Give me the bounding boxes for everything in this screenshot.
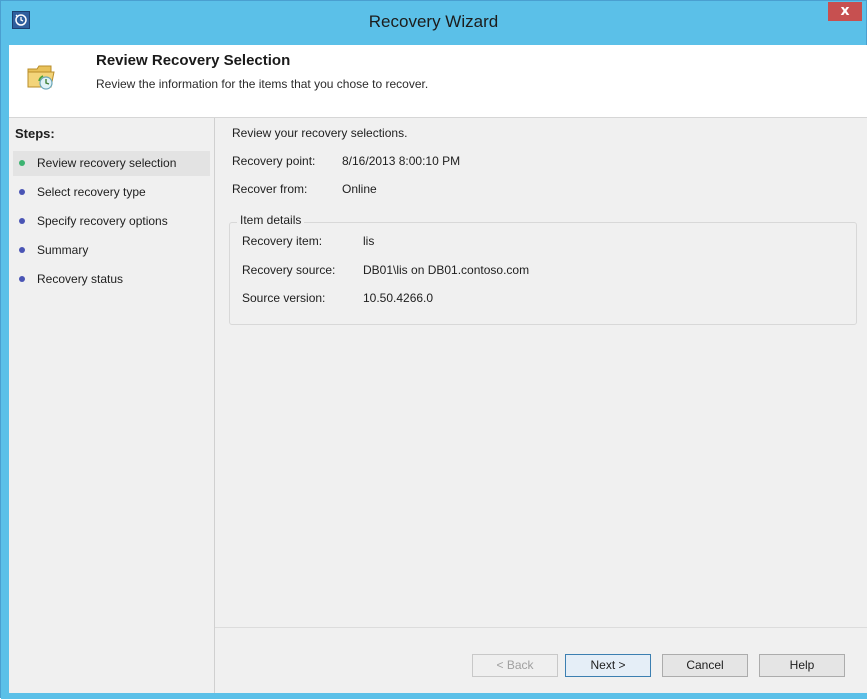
step-label: Recovery status <box>37 272 124 286</box>
step-select-recovery-type[interactable]: Select recovery type <box>13 180 210 205</box>
steps-heading: Steps: <box>15 126 55 141</box>
recovery-point-label: Recovery point: <box>232 154 316 168</box>
review-intro: Review your recovery selections. <box>232 126 408 140</box>
review-panel: Review your recovery selections. Recover… <box>215 118 867 693</box>
help-button[interactable]: Help <box>759 654 845 677</box>
source-version-label: Source version: <box>242 291 326 305</box>
steps-panel: Steps: Review recovery selection Select … <box>9 118 214 693</box>
recover-from-value: Online <box>342 182 377 196</box>
bullet-icon <box>19 160 25 166</box>
back-button[interactable]: < Back <box>472 654 558 677</box>
cancel-button[interactable]: Cancel <box>662 654 748 677</box>
close-button[interactable]: x <box>828 2 862 21</box>
recovery-source-value: DB01\lis on DB01.contoso.com <box>363 263 530 277</box>
recover-from-label: Recover from: <box>232 182 308 196</box>
recovery-item-label: Recovery item: <box>242 234 323 248</box>
wizard-content: Review Recovery Selection Review the inf… <box>9 45 867 693</box>
step-review-recovery-selection[interactable]: Review recovery selection <box>13 151 210 176</box>
window-title: Recovery Wizard <box>368 12 499 31</box>
step-specify-recovery-options[interactable]: Specify recovery options <box>13 209 210 234</box>
button-bar-separator <box>215 627 867 628</box>
recovery-source-label: Recovery source: <box>242 263 336 277</box>
item-details-legend: Item details <box>237 213 305 227</box>
recovery-point-value: 8/16/2013 8:00:10 PM <box>342 154 461 168</box>
step-label: Summary <box>37 243 89 257</box>
step-recovery-status[interactable]: Recovery status <box>13 267 210 292</box>
page-subtitle: Review the information for the items tha… <box>96 77 429 91</box>
step-summary[interactable]: Summary <box>13 238 210 263</box>
step-label: Specify recovery options <box>37 214 168 228</box>
source-version-value: 10.50.4266.0 <box>363 291 434 305</box>
bullet-icon <box>19 218 25 224</box>
next-button[interactable]: Next > <box>565 654 651 677</box>
window-bottom-border <box>1 693 867 699</box>
bullet-icon <box>19 247 25 253</box>
page-title: Review Recovery Selection <box>96 52 291 69</box>
recovery-wizard-window: Recovery Wizard x Review Recovery Select… <box>0 0 867 699</box>
step-label: Review recovery selection <box>37 156 177 170</box>
folder-recovery-icon <box>25 59 59 98</box>
wizard-header: Review Recovery Selection Review the inf… <box>9 45 867 117</box>
bullet-icon <box>19 189 25 195</box>
bullet-icon <box>19 276 25 282</box>
recovery-item-value: lis <box>363 234 375 248</box>
title-bar[interactable]: Recovery Wizard x <box>1 1 866 45</box>
step-label: Select recovery type <box>37 185 146 199</box>
